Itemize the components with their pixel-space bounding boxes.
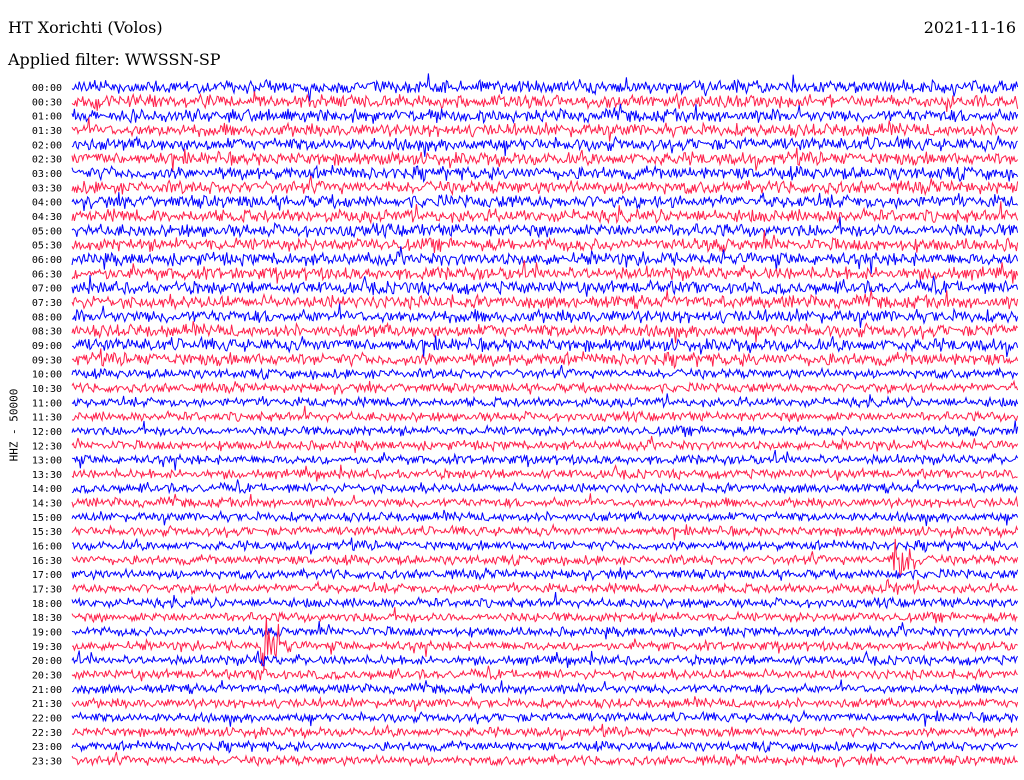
seismic-trace-row [71,73,1019,102]
seismic-trace-row [71,751,1018,768]
seismic-trace-row [71,709,1019,727]
seismic-trace-row [71,723,1019,741]
row-time-label: 10:00 [32,370,62,381]
seismic-trace-row [71,479,1019,496]
row-time-label: 22:30 [32,728,62,739]
seismic-trace-row [71,393,1019,409]
seismic-trace-row [71,260,1019,284]
row-time-label: 22:00 [32,714,62,725]
row-time-label: 17:00 [32,570,62,581]
row-time-label: 21:30 [32,699,62,710]
seismic-trace-row [71,620,1018,640]
row-time-label: 15:00 [32,513,62,524]
row-time-label: 05:30 [32,241,62,252]
seismic-trace-row [71,420,1019,438]
seismic-trace-row [71,493,1019,510]
seismic-trace-row [71,650,1019,668]
seismic-trace-row [71,216,1019,240]
row-time-label: 11:00 [32,398,62,409]
row-time-label: 14:30 [32,499,62,510]
row-time-label: 18:00 [32,599,62,610]
row-time-label: 14:00 [32,484,62,495]
seismic-trace-row [71,679,1019,696]
row-time-label: 02:30 [32,155,62,166]
seismic-trace-row [71,607,1018,624]
seismic-trace-row [71,592,1019,610]
seismic-trace-row [71,509,1019,527]
row-time-label: 06:00 [32,255,62,266]
row-time-label: 04:30 [32,212,62,223]
row-time-label: 05:00 [32,226,62,237]
row-time-label: 17:30 [32,585,62,596]
seismic-trace-row [71,537,1019,555]
row-time-label: 07:00 [32,284,62,295]
seismic-trace-row [71,201,1019,225]
seismic-trace-row [71,449,1019,471]
seismic-trace-row [71,696,1019,712]
row-time-label: 20:00 [32,656,62,667]
row-time-label: 23:30 [32,757,62,768]
seismic-trace-row [71,435,1019,454]
seismic-trace-row [71,379,1019,395]
seismic-trace-row [71,364,1019,381]
row-time-label: 13:00 [32,456,62,467]
row-time-label: 03:30 [32,183,62,194]
seismic-trace-row [71,522,1019,541]
row-time-label: 13:30 [32,470,62,481]
row-time-label: 16:30 [32,556,62,567]
row-time-label: 00:00 [32,83,62,94]
seismic-trace-row [71,348,1019,370]
helicorder-plot: 00:00 00:30 01:00 01:30 02:00 02:30 03:00 03:30… [32,73,1019,768]
seismic-trace-row [71,91,1019,113]
seismic-trace-row [71,567,1019,582]
row-time-label: 19:30 [32,642,62,653]
row-time-label: 03:00 [32,169,62,180]
seismic-trace-row [71,175,1019,197]
row-time-label: 08:00 [32,312,62,323]
seismic-trace-row [71,103,1019,125]
row-time-label: 12:00 [32,427,62,438]
row-time-label: 16:00 [32,542,62,553]
seismic-trace-row [71,665,1018,682]
row-time-label: 15:30 [32,527,62,538]
seismic-trace-row [71,303,1019,328]
row-time-label: 19:00 [32,628,62,639]
seismic-trace-row [71,321,1018,344]
row-time-label: 00:30 [32,97,62,108]
row-time-label: 09:00 [32,341,62,352]
row-time-label: 09:30 [32,355,62,366]
row-time-label: 01:00 [32,112,62,123]
seismic-trace-row [71,405,1019,424]
row-time-label: 01:30 [32,126,62,137]
seismic-trace-row [71,335,1019,358]
seismic-trace-row [71,230,1019,253]
row-time-label: 12:30 [32,441,62,452]
row-time-label: 02:00 [32,140,62,151]
seismic-trace-row [71,164,1019,184]
row-time-label: 11:30 [32,413,62,424]
row-time-label: 08:30 [32,327,62,338]
seismic-trace-row [71,578,1018,596]
row-time-label: 18:30 [32,613,62,624]
seismic-trace-row [71,463,1018,482]
row-time-label: 07:30 [32,298,62,309]
row-time-label: 20:30 [32,671,62,682]
seismic-trace-row [71,290,1019,311]
seismic-trace-row [71,192,1018,211]
row-time-label: 10:30 [32,384,62,395]
row-time-label: 04:00 [32,198,62,209]
row-time-label: 23:00 [32,742,62,753]
seismic-trace-row [71,739,1018,754]
row-time-label: 21:00 [32,685,62,696]
row-time-label: 06:30 [32,269,62,280]
seismic-trace-row [71,117,1019,142]
